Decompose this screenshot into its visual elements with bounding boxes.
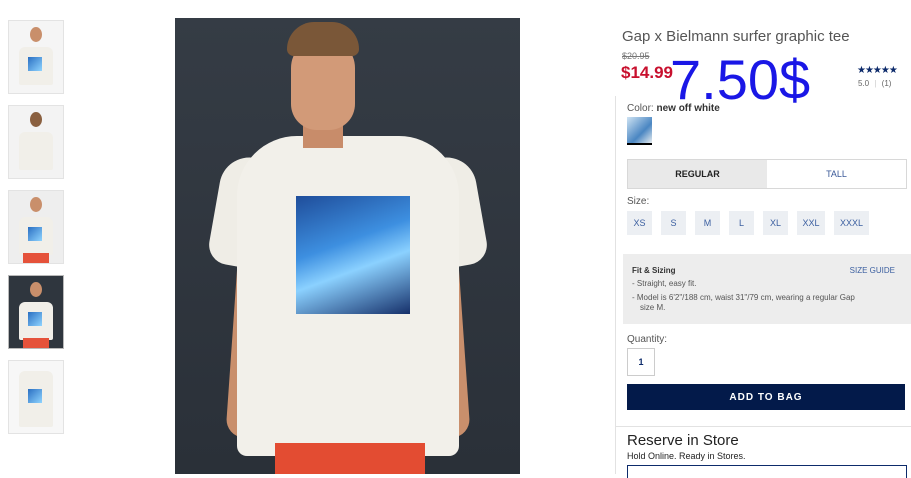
color-label: Color: new off white (627, 103, 720, 114)
thumbnail-4[interactable] (8, 275, 64, 349)
size-button-s[interactable]: S (661, 211, 686, 235)
product-title: Gap x Bielmann surfer graphic tee (622, 28, 850, 45)
rating-stars-icon[interactable]: ★★★★★ (857, 65, 898, 76)
fit-sizing-box: Fit & Sizing SIZE GUIDE - Straight, easy… (623, 254, 911, 324)
fit-detail-line: - Model is 6'2"/188 cm, waist 31"/79 cm,… (632, 293, 855, 302)
size-button-m[interactable]: M (695, 211, 720, 235)
rating-summary: 5.0 | (1) (858, 79, 891, 88)
thumbnail-3[interactable] (8, 190, 64, 264)
model-head (30, 197, 42, 212)
sale-price: $14.99 (621, 63, 673, 82)
thumbnail-5[interactable] (8, 360, 64, 434)
model-head (30, 27, 42, 42)
shirt-graphic (28, 389, 42, 403)
model-head (30, 112, 42, 127)
model-shorts (23, 253, 49, 263)
color-value: new off white (656, 103, 720, 114)
color-label-text: Color: (627, 103, 654, 114)
tab-tall[interactable]: TALL (767, 160, 906, 188)
rating-count[interactable]: (1) (882, 79, 892, 88)
main-product-image (175, 18, 520, 474)
rating-score: 5.0 (858, 79, 870, 88)
tab-regular[interactable]: REGULAR (628, 160, 767, 188)
fit-sizing-title: Fit & Sizing (632, 266, 676, 275)
color-swatch[interactable] (627, 117, 652, 145)
size-button-l[interactable]: L (729, 211, 754, 235)
size-button-xxl[interactable]: XXL (797, 211, 825, 235)
reserve-title: Reserve in Store (627, 432, 739, 449)
surfer-graphic-print (296, 196, 410, 314)
size-button-xxxl[interactable]: XXXL (834, 211, 869, 235)
size-button-xl[interactable]: XL (763, 211, 788, 235)
fit-tabs: REGULAR TALL (627, 159, 907, 189)
thumbnail-1[interactable] (8, 20, 64, 94)
model-shorts (23, 338, 49, 348)
shirt-graphic (28, 227, 42, 241)
size-options: XS S M L XL XXL XXXL (627, 211, 878, 235)
size-guide-link[interactable]: SIZE GUIDE (850, 266, 895, 275)
quantity-label: Quantity: (627, 334, 668, 345)
quantity-input[interactable]: 1 (627, 348, 655, 376)
fit-detail-line: size M. (640, 303, 666, 312)
model-head (30, 282, 42, 297)
size-button-xs[interactable]: XS (627, 211, 652, 235)
thumbnail-2[interactable] (8, 105, 64, 179)
fit-detail-line: - Straight, easy fit. (632, 279, 697, 288)
shirt-graphic (28, 312, 42, 326)
model-hair (287, 22, 359, 56)
model-shirt (19, 132, 53, 170)
rating-separator: | (874, 79, 877, 88)
add-to-bag-button[interactable]: ADD TO BAG (627, 384, 905, 410)
original-price: $20.95 (622, 51, 650, 61)
model-shorts (275, 443, 425, 474)
size-label: Size: (627, 196, 650, 207)
thumbnail-gallery (8, 20, 64, 445)
store-search-input[interactable] (627, 465, 907, 478)
reserve-subtitle: Hold Online. Ready in Stores. (627, 451, 746, 461)
shirt-graphic (28, 57, 42, 71)
